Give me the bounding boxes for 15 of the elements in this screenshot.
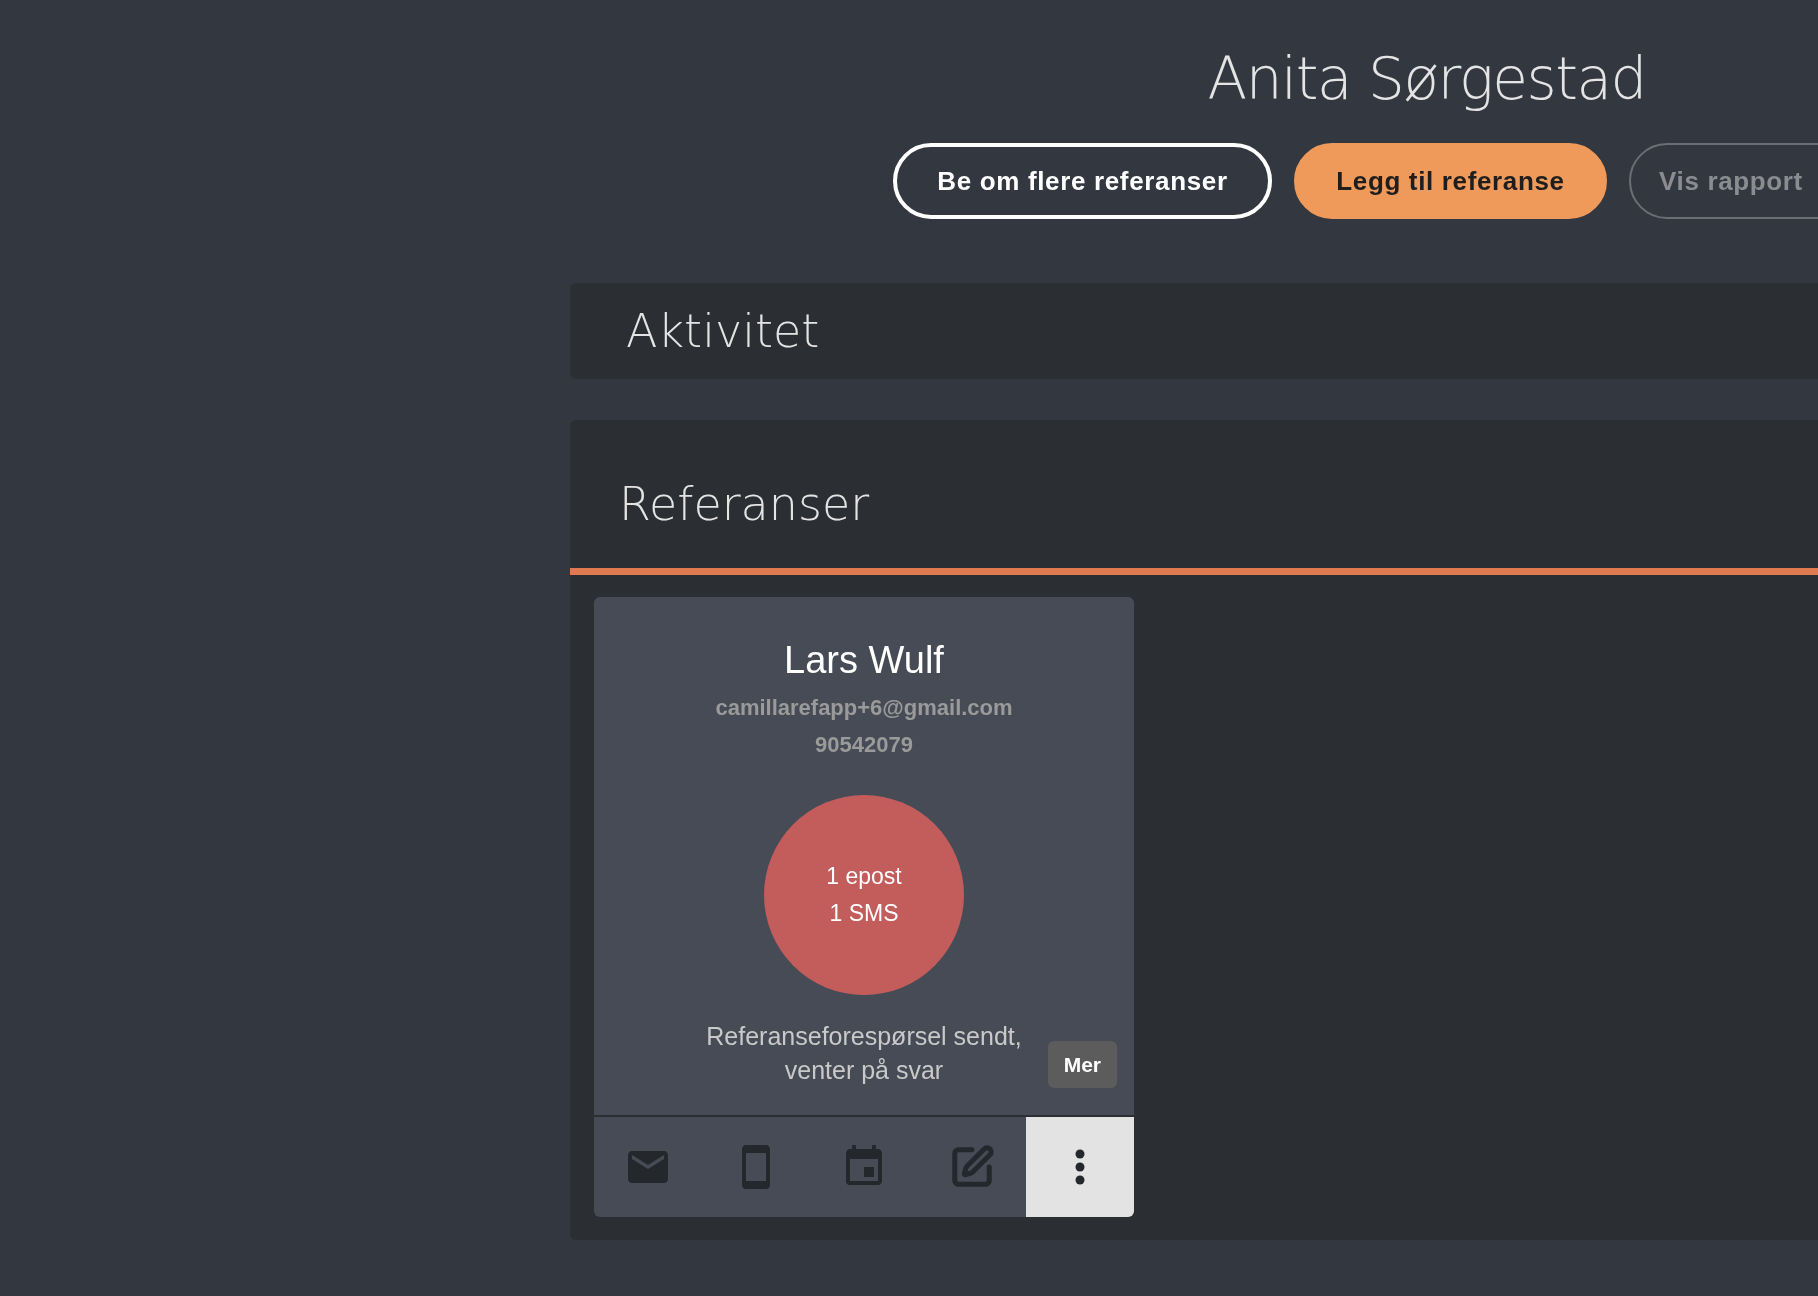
section-title: Referanser [619, 475, 870, 533]
status-count: 1 epost [826, 861, 902, 891]
action-button[interactable]: Legg til referanse [1294, 143, 1607, 219]
reference-name: Lars Wulf [784, 638, 944, 683]
toolbar-button[interactable] [1026, 1117, 1134, 1217]
action-button[interactable]: Be om flere referanser [893, 143, 1272, 219]
status-text: Referanseforespørsel sendt, venter på svar [705, 1020, 1023, 1086]
status-count: 1 SMS [829, 898, 899, 928]
reference-phone: 90542079 [815, 730, 913, 759]
section-title: Aktivitet [626, 302, 820, 360]
edit-icon [949, 1144, 995, 1190]
more-button[interactable]: Mer [1047, 1040, 1117, 1088]
more-icon [1075, 1149, 1085, 1185]
reference-email: camillarefapp+6@gmail.com [715, 693, 1013, 722]
action-button[interactable]: Vis rapport [1629, 143, 1818, 219]
